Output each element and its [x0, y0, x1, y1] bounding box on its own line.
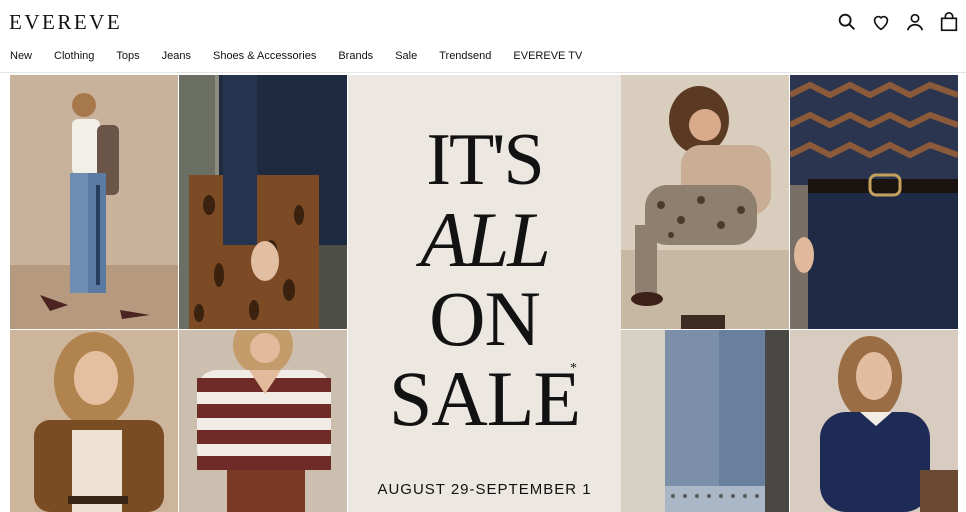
- sale-dates: AUGUST 29-SEPTEMBER 1: [377, 481, 592, 498]
- nav-item-brands[interactable]: Brands: [338, 50, 373, 62]
- photo-woman-seated-leopard-pants[interactable]: [621, 75, 789, 329]
- bag-icon[interactable]: [938, 11, 960, 33]
- photo-woman-striped-rugby[interactable]: [179, 330, 347, 512]
- headline-line-4: SALE: [389, 355, 581, 442]
- sale-promo-panel[interactable]: IT'S ALL ON SALE * AUGUST 29-SEPTEMBER 1: [348, 75, 621, 512]
- nav-item-evereve-tv[interactable]: EVEREVE TV: [513, 50, 582, 62]
- nav-item-jeans[interactable]: Jeans: [162, 50, 191, 62]
- nav-item-clothing[interactable]: Clothing: [54, 50, 94, 62]
- nav-item-new[interactable]: New: [10, 50, 32, 62]
- hero-collage[interactable]: IT'S ALL ON SALE * AUGUST 29-SEPTEMBER 1: [10, 75, 958, 512]
- photo-woman-navy-sweatshirt[interactable]: [790, 330, 958, 512]
- nav-item-tops[interactable]: Tops: [116, 50, 139, 62]
- headline-line-1: IT'S: [426, 119, 544, 201]
- photo-woman-suede-jacket[interactable]: [10, 330, 178, 512]
- photo-denim-jacket-leopard-skirt[interactable]: [179, 75, 347, 329]
- photo-woman-white-tee-jeans[interactable]: [10, 75, 178, 329]
- header-icons: [836, 11, 960, 33]
- nav-item-sale[interactable]: Sale: [395, 50, 417, 62]
- site-header: EVEREVE New Clothing Tops Jeans Shoes & …: [0, 0, 966, 73]
- main-nav: New Clothing Tops Jeans Shoes & Accessor…: [10, 50, 604, 62]
- headline-line-2: ALL: [420, 196, 550, 283]
- headline-line-3: ON: [429, 275, 541, 362]
- nav-item-trendsend[interactable]: Trendsend: [439, 50, 491, 62]
- account-icon[interactable]: [904, 11, 926, 33]
- search-icon[interactable]: [836, 11, 858, 33]
- nav-item-shoes-accessories[interactable]: Shoes & Accessories: [213, 50, 316, 62]
- photo-wide-leg-jeans[interactable]: [621, 330, 789, 512]
- heart-icon[interactable]: [870, 11, 892, 33]
- headline-asterisk: *: [570, 361, 577, 376]
- brand-logo[interactable]: EVEREVE: [9, 10, 122, 35]
- photo-patterned-shirt-dark-jeans[interactable]: [790, 75, 958, 329]
